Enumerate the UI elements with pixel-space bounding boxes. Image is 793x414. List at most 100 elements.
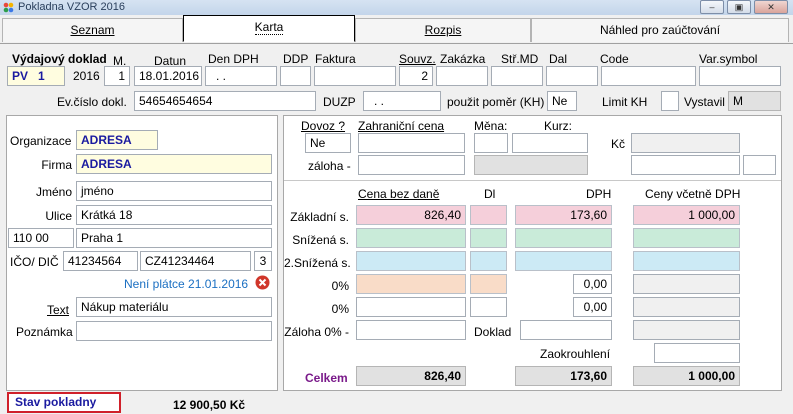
col-dl-header: Dl [484,187,496,201]
doc-type-field[interactable]: PV 1 [7,66,65,86]
celkem-total-field[interactable]: 1 000,00 [633,366,740,386]
datum-field[interactable]: 18.01.2016 [134,66,202,86]
strmd-field[interactable] [491,66,543,86]
vystavil-label: Vystavil [684,95,725,109]
dendph-field[interactable]: . . [205,66,277,86]
zaloha-extra-field[interactable] [743,155,776,175]
zaloha0-field[interactable] [356,320,466,340]
minimize-button[interactable]: – [700,0,724,14]
tab-rozpis[interactable]: Rozpis [355,18,531,42]
zero1-celkem-field[interactable] [633,274,740,294]
code-label: Code [600,52,629,66]
organizace-label: Organizace [10,134,72,148]
varsym-field[interactable] [699,66,781,86]
kc-field[interactable] [631,133,740,153]
zaokr-label: Zaokrouhlení [540,347,611,361]
zaloha-label: záloha - [308,159,351,173]
text-field[interactable]: Nákup materiálu [76,297,272,317]
row-snizena-label: Snížená s. [292,233,349,247]
snizena-cena-field[interactable] [356,228,466,248]
col-cena-header: Cena bez daně [358,187,440,201]
dic-field[interactable]: CZ41234464 [140,251,251,271]
mesto-field[interactable]: Praha 1 [76,228,272,248]
zero1-dl-field[interactable] [470,274,507,294]
mena-label: Měna: [474,119,508,133]
kurz-field[interactable] [512,133,588,153]
dic-num-field[interactable]: 3 [254,251,272,271]
strmd-label: Stř.MD [501,52,539,66]
duzp-field[interactable]: . . [363,91,441,111]
poznamka-field[interactable] [76,321,272,341]
celkem-cena-field[interactable]: 826,40 [356,366,466,386]
col-ceny-header: Ceny včetně DPH [645,187,741,201]
zaloha-field[interactable] [358,155,465,175]
zaloha0-celkem-field[interactable] [633,320,740,340]
limitkh-label: Limit KH [602,95,648,109]
zero2-cena-field[interactable] [356,297,466,317]
dovoz-field[interactable]: Ne [305,133,351,153]
zakladni-dl-field[interactable] [470,205,507,225]
maximize-button[interactable]: ▣ [727,0,751,14]
tab-karta[interactable]: Karta [183,15,355,42]
zakazka-field[interactable] [436,66,488,86]
pomer-field[interactable]: Ne [547,91,577,111]
zahr-label: Zahraniční cena [358,119,445,133]
code-field[interactable] [601,66,696,86]
dal-field[interactable] [546,66,598,86]
row-zakladni-label: Základní s. [290,210,349,224]
title-bar: Pokladna VZOR 2016 – ▣ ✕ [0,0,793,15]
m-field[interactable]: 1 [104,66,130,86]
error-icon[interactable] [255,275,270,290]
doklad-field[interactable] [520,320,612,340]
zakladni-cena-field[interactable]: 826,40 [356,205,466,225]
faktura-field[interactable] [314,66,396,86]
zakladni-dph-field[interactable]: 173,60 [515,205,612,225]
poznamka-label: Poznámka [16,325,73,339]
firma-field[interactable]: ADRESA [76,154,272,174]
zaloha-kc-field[interactable] [631,155,740,175]
snizena2-dl-field[interactable] [470,251,507,271]
row-zero2-label: 0% [331,302,349,316]
vystavil-field[interactable]: M [728,91,781,111]
snizena2-cena-field[interactable] [356,251,466,271]
zero2-celkem-field[interactable] [633,297,740,317]
ulice-field[interactable]: Krátká 18 [76,205,272,225]
snizena-dl-field[interactable] [470,228,507,248]
celkem-dph-field[interactable]: 173,60 [515,366,612,386]
doklad-label: Doklad [474,325,512,339]
zahr-cena-field[interactable] [358,133,465,153]
stav-label: Stav pokladny [15,395,97,409]
neplatce-status: Není plátce 21.01.2016 [124,277,249,291]
zaloha-mena-field[interactable] [474,155,588,175]
snizena-dph-field[interactable] [515,228,612,248]
jmeno-label: Jméno [35,185,72,199]
zero2-dph-field[interactable]: 0,00 [573,297,612,317]
souvz-field[interactable]: 2 [399,66,433,86]
zaokr-field[interactable] [654,343,740,363]
tab-seznam[interactable]: Seznam [2,18,183,42]
limitkh-checkbox[interactable] [661,91,679,111]
jmeno-field[interactable]: jméno [76,181,272,201]
zakazka-label: Zakázka [440,52,486,66]
zero2-dl-field[interactable] [470,297,507,317]
kurz-label: Kurz: [544,119,573,133]
year-label: 2016 [73,69,100,83]
ddp-field[interactable] [280,66,311,86]
zero1-cena-field[interactable] [356,274,466,294]
icodic-label: IČO/ DIČ [10,255,59,269]
ico-field[interactable]: 41234564 [63,251,138,271]
zero1-dph-field[interactable]: 0,00 [573,274,612,294]
snizena2-dph-field[interactable] [515,251,612,271]
zakladni-celkem-field[interactable]: 1 000,00 [633,205,740,225]
ddp-label: DDP [283,52,309,66]
snizena-celkem-field[interactable] [633,228,740,248]
psc-field[interactable]: 110 00 [8,228,74,248]
snizena2-celkem-field[interactable] [633,251,740,271]
celkem-label: Celkem [305,371,348,385]
mena-field[interactable] [474,133,508,153]
organizace-field[interactable]: ADRESA [76,130,158,150]
firma-label: Firma [41,158,72,172]
tab-nahled[interactable]: Náhled pro zaúčtování [531,18,789,42]
close-button[interactable]: ✕ [754,0,788,14]
evcislo-field[interactable]: 54654654654 [134,91,316,111]
